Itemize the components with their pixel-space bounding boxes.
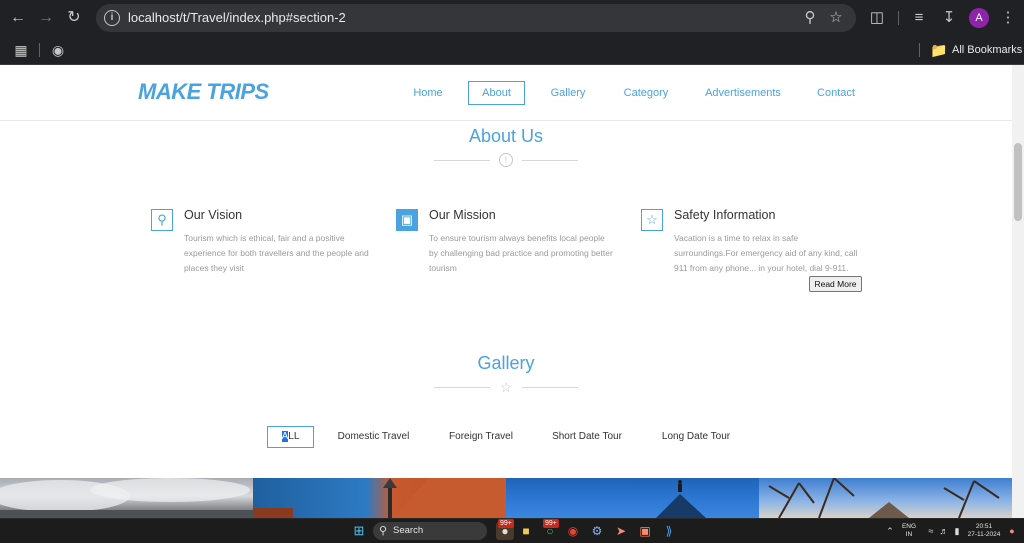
taskbar-search-label: Search — [393, 525, 424, 536]
site-logo[interactable]: MAKE TRIPS — [138, 79, 269, 105]
page-scrollbar[interactable] — [1012, 65, 1024, 518]
windows-start-icon[interactable]: ⊞ — [350, 522, 368, 540]
notification-badge: 99+ — [543, 519, 559, 528]
star-outline-icon: ☆ — [499, 379, 513, 395]
title-divider-right — [522, 160, 578, 161]
search-icon: ⚲ — [379, 525, 388, 537]
title-divider-left — [434, 387, 490, 388]
windows-taskbar: ⊞ ⚲ Search ● 99+ ■ ○ 99+ ◉ ⚙ ➤ ▣ ⟫ ⌃ ENG… — [0, 518, 1024, 543]
filter-long-date-tour[interactable]: Long Date Tour — [653, 426, 739, 448]
clouds-shape — [0, 478, 253, 518]
taskbar-tool-icon[interactable]: ➤ — [612, 522, 630, 540]
bookmark-star-icon[interactable]: ☆ — [827, 9, 845, 27]
all-bookmarks-label[interactable]: All Bookmarks — [952, 43, 1022, 57]
file-explorer-icon[interactable]: ■ — [517, 522, 535, 540]
extensions-icon[interactable]: ◫ — [867, 8, 887, 28]
about-title: About Us — [468, 126, 544, 146]
nav-gallery[interactable]: Gallery — [546, 81, 590, 105]
feature-text-safety: Vacation is a time to relax in safe surr… — [674, 231, 857, 276]
clock-time: 20:51 — [975, 523, 993, 530]
map-pin-icon: ⚲ — [151, 209, 173, 231]
filter-all[interactable]: ALL — [267, 426, 314, 448]
feature-text-mission: To ensure tourism always benefits local … — [429, 231, 613, 276]
vscode-icon[interactable]: ⟫ — [660, 522, 678, 540]
page-viewport: MAKE TRIPS Home About Gallery Category A… — [0, 65, 1012, 518]
language-line: ENG — [901, 523, 917, 530]
filter-all-rest: LL — [288, 431, 300, 442]
temple-shape — [253, 478, 506, 518]
bookmarks-separator — [39, 43, 40, 57]
nav-category[interactable]: Category — [620, 81, 672, 105]
site-header: MAKE TRIPS Home About Gallery Category A… — [0, 65, 1012, 121]
scrollbar-thumb[interactable] — [1014, 143, 1022, 221]
feature-text-line: Vacation is a time to relax in safe — [674, 233, 799, 243]
bookmarks-bar: ▦ ◉ 📁 All Bookmarks — [0, 36, 1024, 65]
filter-short-date-tour[interactable]: Short Date Tour — [544, 426, 630, 448]
zoom-icon[interactable]: ⚲ — [801, 9, 819, 27]
reading-list-icon[interactable]: ≡ — [909, 8, 929, 28]
forward-icon[interactable]: → — [36, 8, 56, 28]
shield-icon: ▣ — [396, 209, 418, 231]
nav-about[interactable]: About — [468, 81, 525, 105]
site-info-icon[interactable]: i — [104, 10, 120, 26]
read-more-button[interactable]: Read More — [809, 276, 862, 292]
gallery-image-temple[interactable] — [253, 478, 506, 518]
folder-icon[interactable]: 📁 — [930, 41, 948, 59]
chevron-up-icon[interactable]: ⌃ — [881, 522, 899, 540]
feature-text-line: places they visit — [184, 263, 244, 273]
gallery-image-sky[interactable] — [506, 478, 759, 518]
title-divider-left — [434, 160, 490, 161]
clock[interactable]: 20:51 27-11-2024 — [964, 523, 1004, 539]
apps-grid-icon[interactable]: ▦ — [12, 41, 30, 59]
reload-icon[interactable]: ↻ — [64, 8, 84, 28]
info-circle-icon: ! — [499, 153, 513, 167]
menu-kebab-icon[interactable]: ⋮ — [998, 8, 1018, 28]
gallery-image-trees[interactable] — [759, 478, 1012, 518]
feature-text-line: tourism — [429, 263, 457, 273]
notification-bell-icon[interactable]: ● — [1003, 522, 1021, 540]
feature-title-safety: Safety Information — [674, 208, 776, 222]
settings-gear-icon[interactable]: ⚙ — [588, 522, 606, 540]
filter-foreign-travel[interactable]: Foreign Travel — [441, 426, 521, 448]
gallery-image-clouds[interactable] — [0, 478, 253, 518]
feature-text-line: by challenging bad practice and promotin… — [429, 248, 613, 258]
feature-text-line: Tourism which is ethical, fair and a pos… — [184, 233, 345, 243]
nav-advertisements[interactable]: Advertisements — [703, 81, 783, 105]
title-divider-right — [522, 387, 578, 388]
feature-text-vision: Tourism which is ethical, fair and a pos… — [184, 231, 369, 276]
address-url[interactable]: localhost/t/Travel/index.php#section-2 — [128, 10, 346, 26]
star-icon: ☆ — [641, 209, 663, 231]
download-icon[interactable]: ↧ — [939, 8, 959, 28]
back-icon[interactable]: ← — [8, 8, 28, 28]
language-line: IN — [905, 531, 913, 538]
toolbar-separator — [898, 11, 899, 25]
browser-toolbar: ← → ↻ i localhost/t/Travel/index.php#sec… — [0, 0, 1024, 36]
feature-text-line: To ensure tourism always benefits local … — [429, 233, 605, 243]
address-bar[interactable]: i localhost/t/Travel/index.php#section-2… — [96, 4, 856, 32]
language-indicator[interactable]: ENG IN — [900, 523, 918, 539]
taskbar-search[interactable]: ⚲ Search — [373, 522, 487, 540]
clock-date: 27-11-2024 — [967, 531, 1001, 538]
filter-domestic-travel[interactable]: Domestic Travel — [330, 426, 417, 448]
nav-home[interactable]: Home — [408, 81, 448, 105]
feature-text-line: 911 from any phone... in your hotel, dia… — [674, 263, 849, 273]
notification-badge: 99+ — [498, 519, 514, 528]
feature-title-mission: Our Mission — [429, 208, 496, 222]
feature-text-line: surroundings.For emergency aid of any ki… — [674, 248, 858, 258]
chrome-icon[interactable]: ◉ — [564, 522, 582, 540]
nav-contact[interactable]: Contact — [813, 81, 859, 105]
bookmarks-separator — [919, 43, 920, 57]
hiker-shape — [656, 480, 706, 518]
trees-shape — [768, 478, 1000, 518]
feature-title-vision: Our Vision — [184, 208, 243, 222]
xampp-icon[interactable]: ▣ — [636, 522, 654, 540]
gallery-title: Gallery — [477, 353, 535, 373]
feature-text-line: experience for both travellers and the p… — [184, 248, 369, 258]
globe-icon[interactable]: ◉ — [49, 41, 67, 59]
profile-avatar[interactable]: A — [969, 8, 989, 28]
